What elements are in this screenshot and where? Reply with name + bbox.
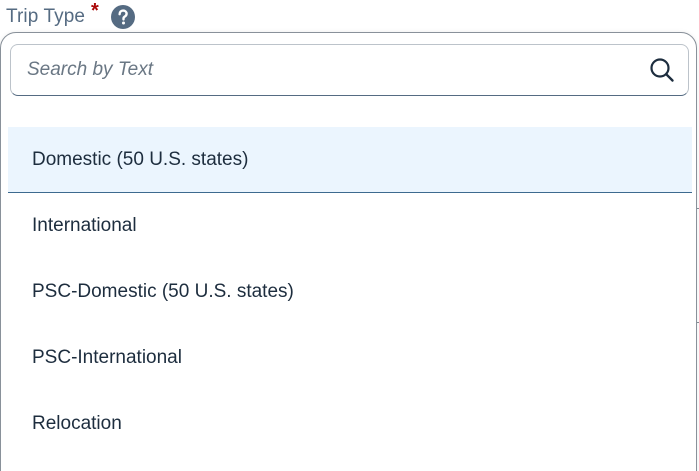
question-circle-icon[interactable] [110,5,135,29]
list-item[interactable]: Domestic (50 U.S. states) [8,127,692,193]
search-box [10,44,689,96]
list-item[interactable]: International [8,193,692,259]
search-icon[interactable] [636,45,688,95]
trip-type-label-row: Trip Type * [6,0,135,31]
trip-type-options-list: Domestic (50 U.S. states) International … [8,127,692,457]
trip-type-page: Trip Type * Domestic (50 U.S. states) In… [0,0,699,471]
list-item[interactable]: Relocation [8,391,692,457]
required-marker: * [91,0,99,22]
trip-type-label: Trip Type [6,6,86,27]
trip-type-dropdown-popover: Domestic (50 U.S. states) International … [0,32,697,471]
list-item[interactable]: PSC-Domestic (50 U.S. states) [8,259,692,325]
search-input[interactable] [11,45,636,95]
list-item[interactable]: PSC-International [8,325,692,391]
